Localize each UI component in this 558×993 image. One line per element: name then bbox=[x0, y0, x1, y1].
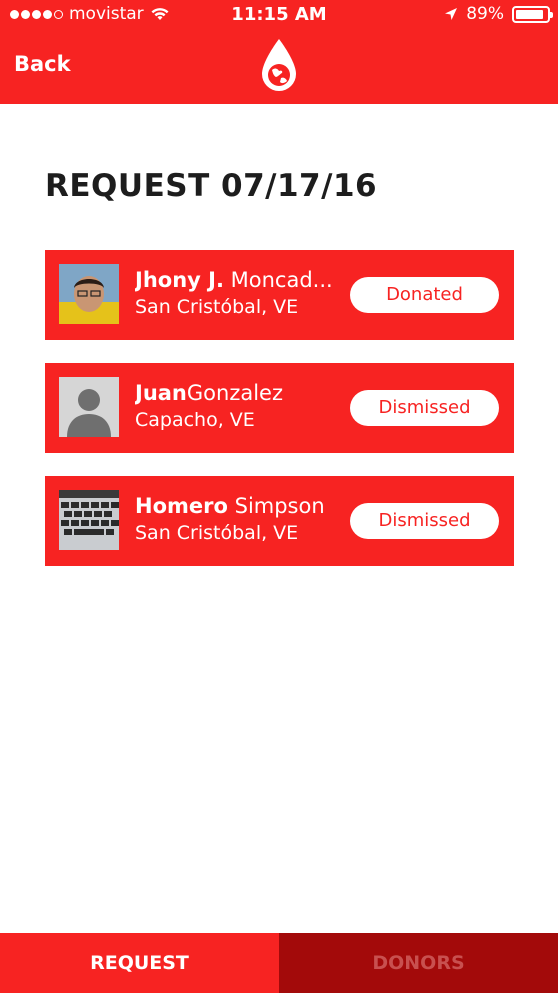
donor-last-name: Simpson bbox=[234, 494, 325, 518]
donor-first-name: Juan bbox=[135, 381, 187, 405]
donor-last-name: Moncad... bbox=[230, 268, 333, 292]
donor-name: Homero Simpson bbox=[135, 494, 345, 518]
status-bar: movistar 11:15 AM 89% bbox=[0, 0, 558, 32]
donor-name: JuanGonzalez bbox=[135, 381, 345, 405]
donor-location: San Cristóbal, VE bbox=[135, 522, 299, 544]
back-button[interactable]: Back bbox=[14, 52, 71, 76]
avatar-photo bbox=[59, 264, 119, 324]
status-button[interactable]: Dismissed bbox=[350, 503, 499, 539]
tab-donors[interactable]: DONORS bbox=[279, 933, 558, 993]
avatar bbox=[59, 264, 119, 324]
donor-location: Capacho, VE bbox=[135, 409, 255, 431]
placeholder-person-icon bbox=[59, 377, 119, 437]
status-button[interactable]: Donated bbox=[350, 277, 499, 313]
donor-card[interactable]: JuanGonzalez Capacho, VE Dismissed bbox=[45, 363, 514, 453]
donor-first-name: Homero bbox=[135, 494, 228, 518]
tab-bar: REQUEST DONORS bbox=[0, 933, 558, 993]
page-title: REQUEST 07/17/16 bbox=[45, 168, 378, 204]
donor-first-name: Jhony J. bbox=[135, 268, 224, 292]
avatar bbox=[59, 377, 119, 437]
location-arrow-icon bbox=[445, 8, 458, 20]
battery-icon bbox=[512, 5, 553, 23]
avatar-photo bbox=[59, 490, 119, 550]
avatar bbox=[59, 490, 119, 550]
donor-last-name: Gonzalez bbox=[186, 381, 283, 405]
status-button[interactable]: Dismissed bbox=[350, 390, 499, 426]
blood-drop-globe-icon bbox=[257, 36, 301, 96]
donor-card[interactable]: Jhony J. Moncad... San Cristóbal, VE Don… bbox=[45, 250, 514, 340]
battery-percent: 89% bbox=[466, 4, 504, 24]
tab-request[interactable]: REQUEST bbox=[0, 933, 279, 993]
app-header: movistar 11:15 AM 89% Back bbox=[0, 0, 558, 104]
donor-card[interactable]: Homero Simpson San Cristóbal, VE Dismiss… bbox=[45, 476, 514, 566]
donor-name: Jhony J. Moncad... bbox=[135, 268, 345, 292]
status-right: 89% bbox=[444, 4, 553, 24]
donor-location: San Cristóbal, VE bbox=[135, 296, 299, 318]
